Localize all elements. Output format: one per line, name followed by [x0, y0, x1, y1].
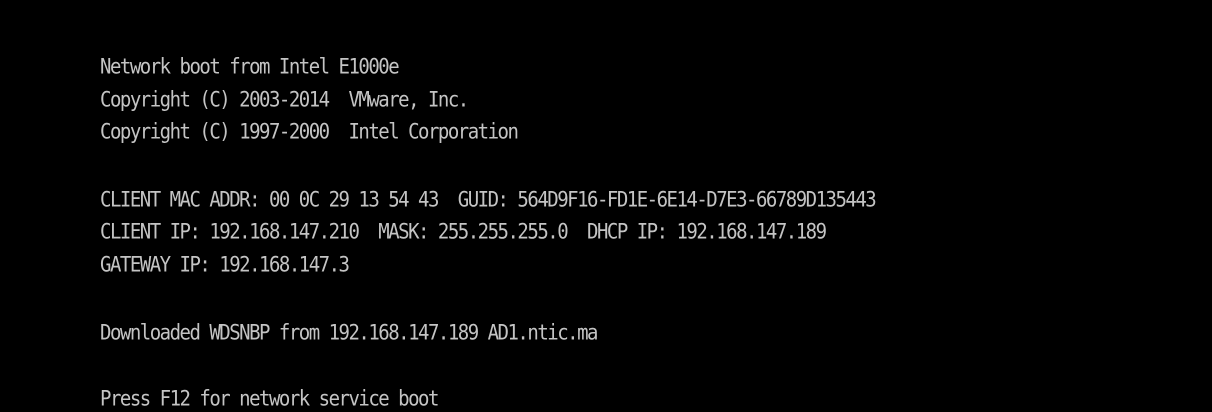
client-mac-guid-line: CLIENT MAC ADDR: 00 0C 29 13 54 43 GUID:… [100, 187, 877, 213]
downloaded-wdsnbp-line: Downloaded WDSNBP from 192.168.147.189 A… [100, 320, 598, 346]
boot-source-line: Network boot from Intel E1000e [100, 54, 400, 80]
gateway-ip-line: GATEWAY IP: 192.168.147.3 [100, 252, 350, 278]
client-ip-mask-dhcp-line: CLIENT IP: 192.168.147.210 MASK: 255.255… [100, 219, 827, 245]
intel-copyright-line: Copyright (C) 1997-2000 Intel Corporatio… [100, 119, 519, 145]
pxe-boot-console: Network boot from Intel E1000e Copyright… [0, 0, 1212, 412]
vmware-copyright-line: Copyright (C) 2003-2014 VMware, Inc. [100, 87, 469, 113]
press-f12-prompt: Press F12 for network service boot [100, 386, 439, 412]
